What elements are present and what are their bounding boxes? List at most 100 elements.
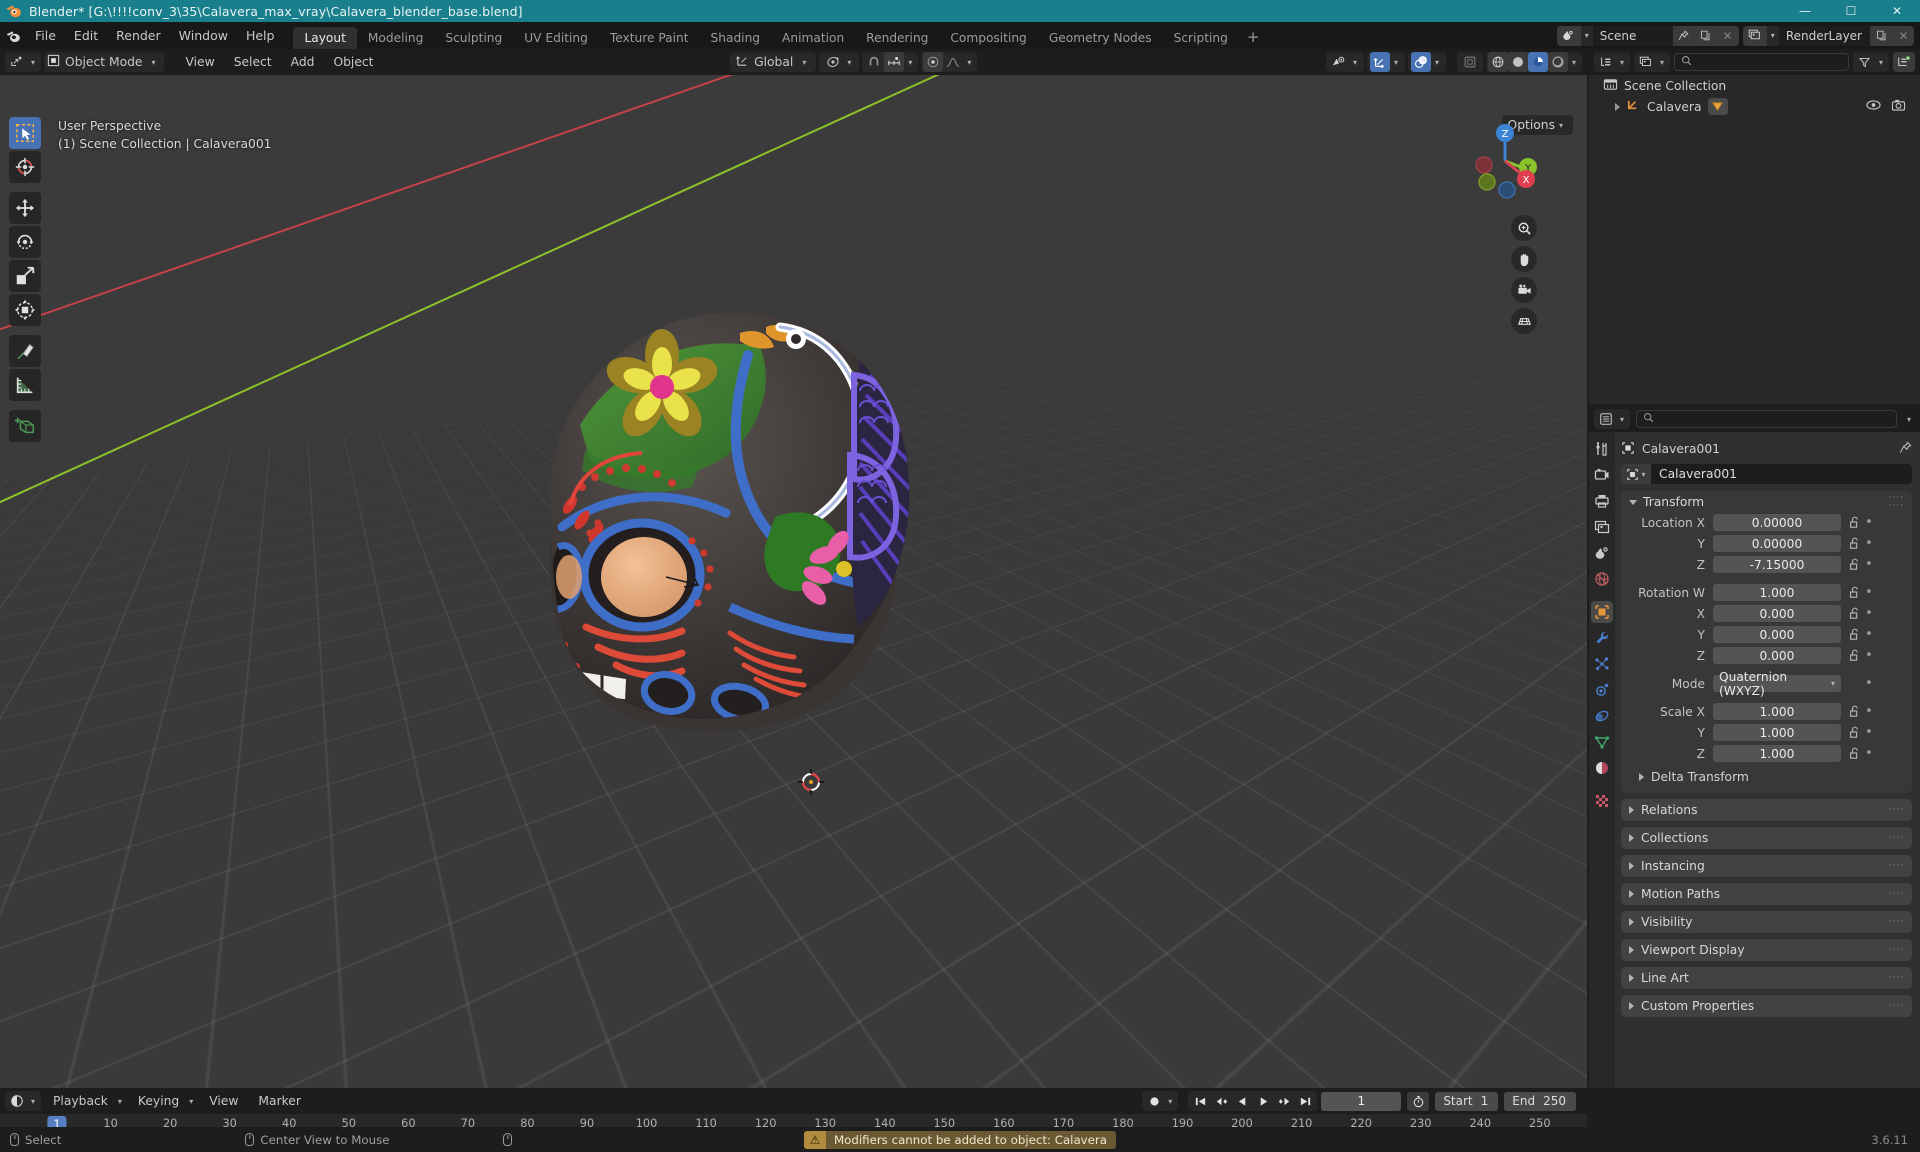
scale-y-row[interactable]: Y 1.000 • — [1621, 723, 1912, 742]
viewport-3d[interactable]: ▾ Object Mode ▾ View Select Add Object G… — [0, 49, 1587, 1088]
data-tab[interactable] — [1591, 731, 1613, 753]
location-y-row[interactable]: Y 0.00000 • — [1621, 534, 1912, 553]
snap-magnet-icon[interactable] — [864, 52, 884, 72]
xray-toggle-icon[interactable] — [1460, 52, 1480, 72]
motion-paths-panel[interactable]: Motion Paths ···· — [1621, 883, 1912, 905]
material-preview-icon[interactable] — [1528, 52, 1548, 72]
frame-start-field[interactable]: Start 1 — [1435, 1091, 1499, 1111]
collections-panel[interactable]: Collections ···· — [1621, 827, 1912, 849]
rotation-z-value[interactable]: 0.000 — [1713, 647, 1841, 664]
blender-menu-icon[interactable] — [0, 23, 26, 49]
scene-tab[interactable] — [1591, 542, 1613, 564]
rotation-mode-select[interactable]: Quaternion (WXYZ) ▾ — [1713, 670, 1841, 698]
viewport-nav-buttons[interactable] — [1511, 215, 1537, 334]
viewport-menu-object[interactable]: Object — [325, 52, 381, 72]
proportional-editing-controls[interactable]: ▾ — [921, 52, 978, 72]
rotation-y-value[interactable]: 0.000 — [1713, 626, 1841, 643]
animate-property-dot[interactable]: • — [1863, 746, 1875, 761]
prev-keyframe-icon[interactable] — [1211, 1091, 1231, 1111]
navigation-gizmo[interactable]: Z Y X — [1463, 117, 1547, 201]
animate-property-dot[interactable]: • — [1863, 627, 1875, 642]
cursor-tool[interactable] — [9, 151, 41, 183]
visibility-icon[interactable] — [1329, 52, 1349, 72]
view-layer-selector[interactable]: ▾ RenderLayer — [1742, 25, 1914, 46]
outliner-editor[interactable]: ▾ ▾ ▾ Scene Collection Calavera — [1589, 49, 1920, 404]
pan-hand-icon[interactable] — [1511, 246, 1537, 272]
physics-tab[interactable] — [1591, 679, 1613, 701]
lock-icon[interactable] — [1846, 628, 1863, 641]
outliner-display-mode-selector[interactable]: ▾ — [1594, 52, 1631, 72]
animate-property-dot[interactable]: • — [1863, 536, 1875, 551]
lock-icon[interactable] — [1846, 586, 1863, 599]
location-x-row[interactable]: Location X 0.00000 • — [1621, 513, 1912, 532]
wireframe-icon[interactable] — [1488, 52, 1508, 72]
lock-icon[interactable] — [1846, 747, 1863, 760]
tab-shading[interactable]: Shading — [700, 27, 772, 49]
menu-render[interactable]: Render — [107, 23, 170, 49]
drag-handle-icon[interactable]: ···· — [1889, 1001, 1912, 1011]
unlink-scene-icon[interactable] — [1716, 25, 1739, 46]
properties-tab-column[interactable] — [1589, 432, 1615, 1088]
transform-orientation-selector[interactable]: Global ▾ — [730, 52, 817, 72]
tab-rendering[interactable]: Rendering — [855, 27, 939, 49]
timeline-editor-type[interactable]: ▾ — [5, 1091, 42, 1111]
annotate-tool[interactable] — [9, 335, 41, 367]
object-tab[interactable] — [1591, 601, 1613, 623]
current-frame-field[interactable]: 1 — [1321, 1091, 1402, 1111]
constraints-tab[interactable] — [1591, 705, 1613, 727]
solid-icon[interactable] — [1508, 52, 1528, 72]
outliner-row-calavera[interactable]: Calavera — [1589, 96, 1920, 117]
outliner-object-label[interactable]: Calavera — [1647, 100, 1702, 114]
measure-tool[interactable] — [9, 369, 41, 401]
animate-property-dot[interactable]: • — [1863, 606, 1875, 621]
timeline-menu-view[interactable]: View — [201, 1091, 246, 1111]
editor-type-3dview-icon[interactable] — [7, 52, 27, 72]
scene-name[interactable]: Scene — [1592, 25, 1673, 46]
shading-mode-selector[interactable]: ▾ — [1486, 52, 1583, 72]
view-layer-tab[interactable] — [1591, 516, 1613, 538]
scale-z-value[interactable]: 1.000 — [1713, 745, 1841, 762]
rotate-tool[interactable] — [9, 226, 41, 258]
instancing-panel[interactable]: Instancing ···· — [1621, 855, 1912, 877]
lock-icon[interactable] — [1846, 649, 1863, 662]
outliner-filter-id-selector[interactable]: ▾ — [1634, 52, 1671, 72]
menu-help[interactable]: Help — [237, 23, 284, 49]
menu-file[interactable]: File — [26, 23, 65, 49]
playback-transport[interactable] — [1188, 1091, 1318, 1111]
location-z-row[interactable]: Z -7.15000 • — [1621, 555, 1912, 574]
timeline-menu-playback[interactable]: Playback — [45, 1091, 116, 1111]
proportional-edit-icon[interactable] — [923, 52, 944, 72]
view-layer-name[interactable]: RenderLayer — [1778, 25, 1870, 46]
jump-start-icon[interactable] — [1190, 1091, 1210, 1111]
animate-property-dot[interactable]: • — [1863, 676, 1875, 691]
tab-modeling[interactable]: Modeling — [357, 27, 434, 49]
jump-end-icon[interactable] — [1295, 1091, 1315, 1111]
drag-handle-icon[interactable]: ···· ···· — [1889, 494, 1912, 511]
lock-icon[interactable] — [1846, 607, 1863, 620]
outliner-row-scene-collection[interactable]: Scene Collection — [1589, 75, 1920, 96]
remove-view-layer-icon[interactable] — [1892, 25, 1914, 46]
viewport-menu-select[interactable]: Select — [226, 52, 280, 72]
animate-property-dot[interactable]: • — [1863, 704, 1875, 719]
object-name-value[interactable]: Calavera001 — [1651, 467, 1737, 481]
viewport-menu-add[interactable]: Add — [283, 52, 323, 72]
drag-handle-icon[interactable]: ···· — [1889, 973, 1912, 983]
animate-property-dot[interactable]: • — [1863, 515, 1875, 530]
pivot-point-selector[interactable]: ▾ — [819, 52, 860, 72]
tool-tab[interactable] — [1591, 438, 1613, 460]
rotation-x-value[interactable]: 0.000 — [1713, 605, 1841, 622]
status-report-message[interactable]: ⚠ Modifiers cannot be added to object: C… — [803, 1130, 1117, 1149]
scene-selector[interactable]: ▾ Scene — [1556, 25, 1739, 46]
world-tab[interactable] — [1591, 568, 1613, 590]
viewport-menu-view[interactable]: View — [178, 52, 223, 72]
tab-uv-editing[interactable]: UV Editing — [513, 27, 599, 49]
outliner-filter-button[interactable]: ▾ — [1852, 52, 1889, 72]
texture-tab[interactable] — [1591, 790, 1613, 812]
tweak-select-box-tool[interactable] — [9, 117, 41, 149]
new-collection-icon[interactable] — [1893, 52, 1915, 72]
lock-icon[interactable] — [1846, 705, 1863, 718]
location-y-value[interactable]: 0.00000 — [1713, 535, 1841, 552]
filter-id-icon[interactable] — [1636, 52, 1656, 72]
outliner-display-mode-icon[interactable] — [1596, 52, 1616, 72]
add-cube-tool[interactable] — [9, 410, 41, 442]
